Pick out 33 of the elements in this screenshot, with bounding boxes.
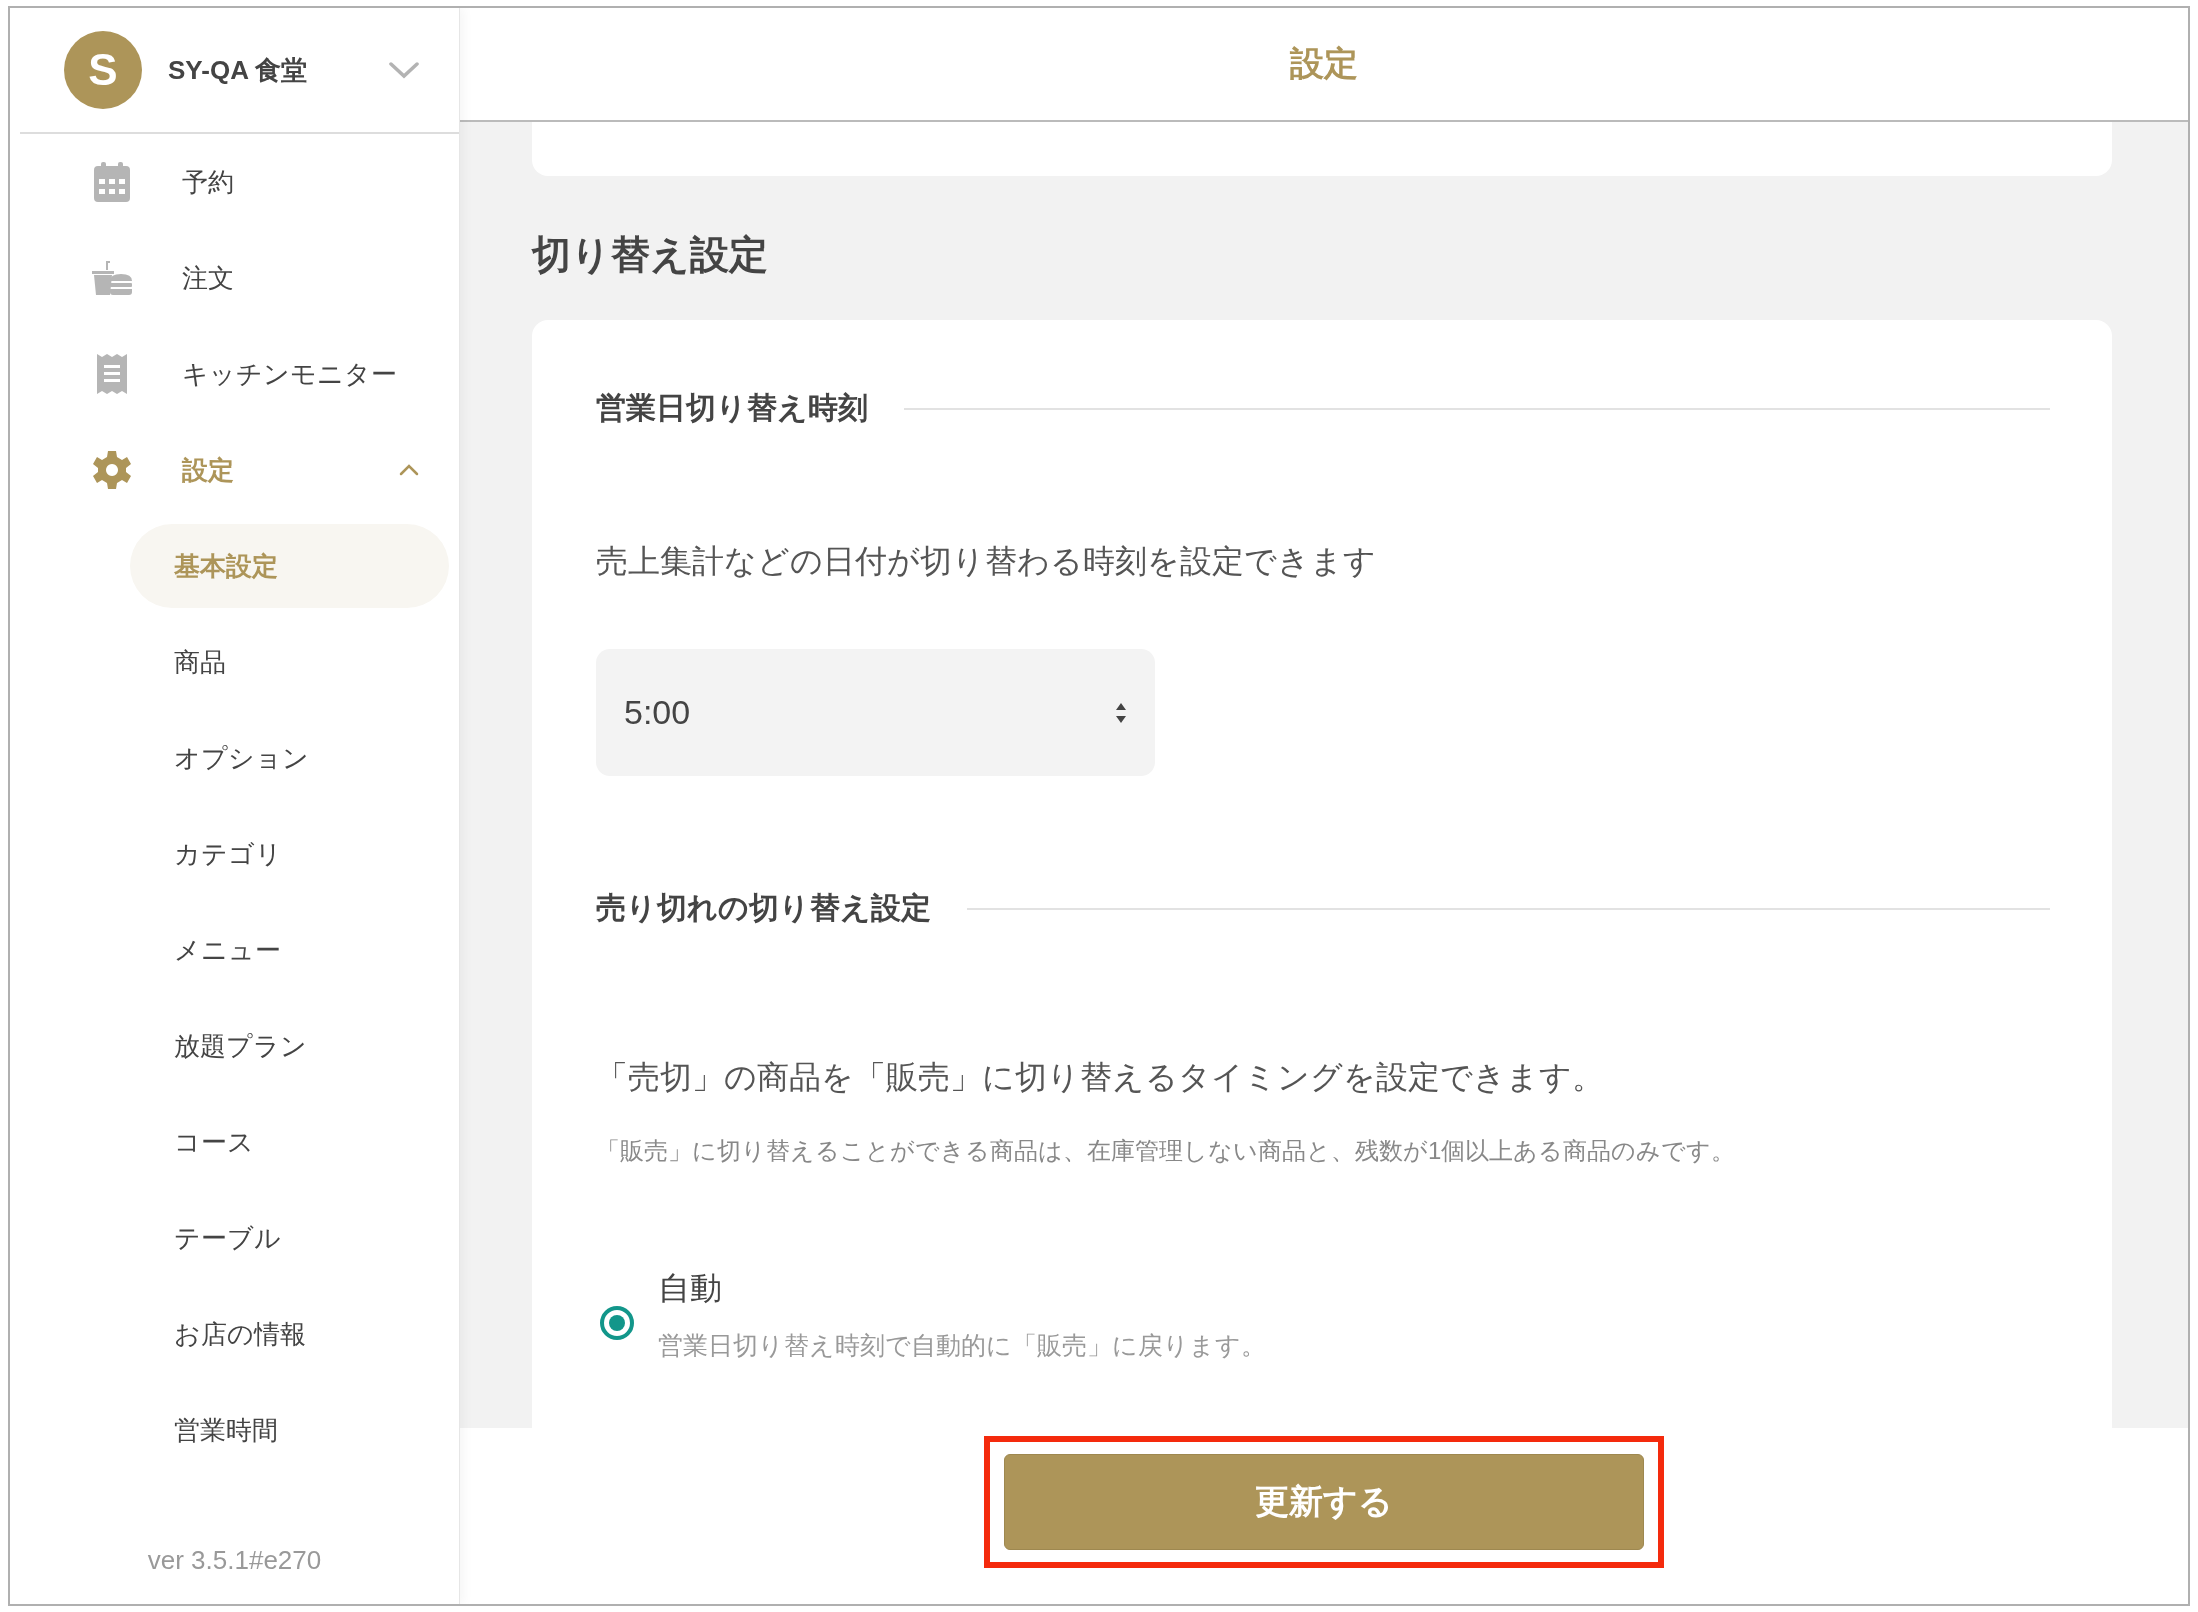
up-down-caret-icon [1115,701,1127,724]
nav-item[interactable]: 注文 [10,230,459,326]
nav-subitem[interactable]: 営業時間 [130,1388,449,1472]
nav-subitem[interactable]: コース [130,1100,449,1184]
nav-subitem[interactable]: カテゴリ [130,812,449,896]
store-avatar: S [64,31,142,109]
store-name[interactable]: SY-QA 食堂 [168,52,389,88]
description-text: 「売切」の商品を「販売」に切り替えるタイミングを設定できます。 [596,1058,1605,1097]
receipt-icon [97,354,127,394]
radio-button[interactable] [600,1305,634,1340]
section-title: 切り替え設定 [532,232,769,278]
time-select[interactable]: 5:00 [596,649,1155,776]
note-text: 「販売」に切り替えることができる商品は、在庫管理しない商品と、残数が1個以上ある商品のみです。 [596,1136,1737,1166]
option-label: 自動 [658,1269,723,1308]
calendar-icon [94,162,130,202]
nav-item[interactable]: 予約 [10,134,459,230]
nav-subitem[interactable]: お店の情報 [130,1292,449,1376]
chevron-up-icon[interactable] [399,464,419,476]
drink-and-burger-icon [92,261,132,295]
nav-subitem[interactable]: テーブル [130,1196,449,1280]
chevron-down-icon[interactable] [389,61,419,79]
nav-subitem[interactable]: オプション [130,716,449,800]
subsection-heading: 売り切れの切り替え設定 [596,890,931,926]
version-label: ver 3.5.1#e270 [146,1545,323,1576]
nav-subitem[interactable]: 商品 [130,620,449,704]
description-text: 売上集計などの日付が切り替わる時刻を設定できます [596,542,1377,581]
nav-subitem[interactable]: 放題プラン [130,1004,449,1088]
option-description: 営業日切り替え時刻で自動的に「販売」に戻ります。 [658,1330,1266,1361]
page-title: 設定 [1290,43,1358,84]
nav-item[interactable]: キッチンモニター [10,326,459,422]
gear-icon [92,450,132,490]
nav-subitem[interactable]: メニュー [130,908,449,992]
subsection-heading: 営業日切り替え時刻 [596,390,868,426]
